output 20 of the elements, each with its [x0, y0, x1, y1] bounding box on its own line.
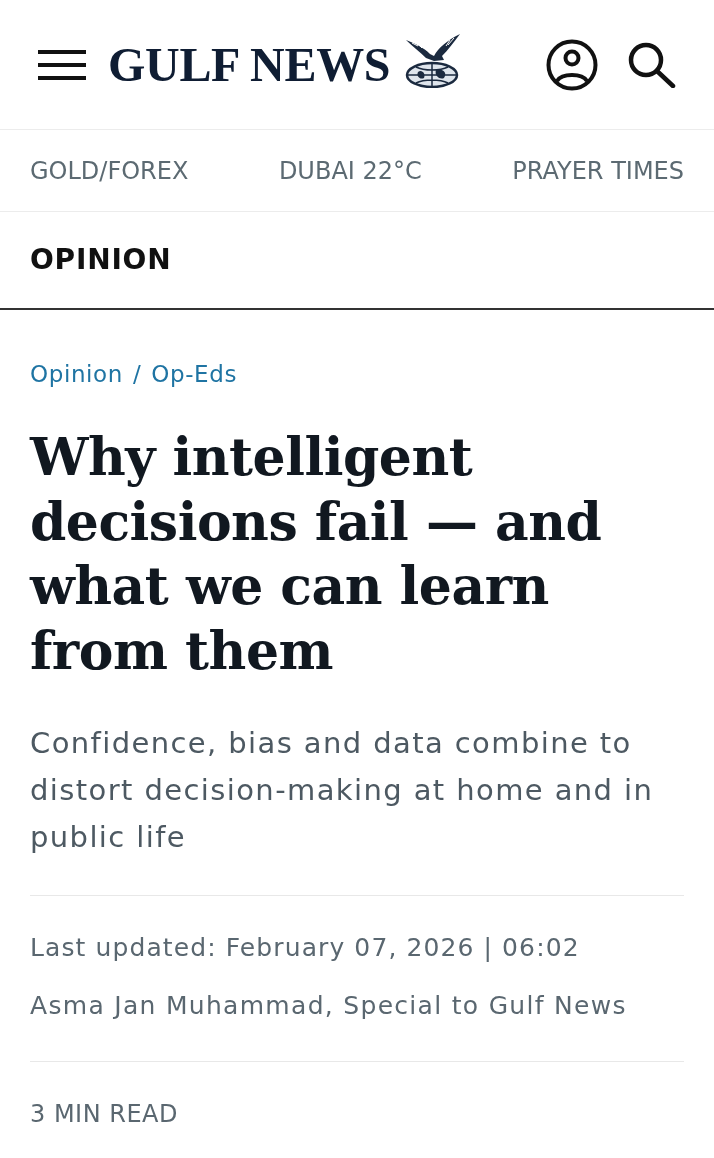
- article-headline: Why intelligent decisions fail — and what we can learn from them: [30, 425, 603, 683]
- quick-link[interactable]: GOLD/FOREX: [30, 152, 189, 189]
- breadcrumb-link[interactable]: Opinion: [30, 360, 123, 388]
- search-button[interactable]: [628, 40, 676, 89]
- menu-button[interactable]: [38, 47, 86, 82]
- last-updated-text: Last updated: February 07, 2026 | 06:02: [30, 932, 581, 964]
- article-summary: Confidence, bias and data combine to distort decision-making at home and in public life: [30, 725, 655, 856]
- account-button[interactable]: [546, 38, 598, 91]
- read-time-text: 3 MIN READ: [30, 1099, 179, 1130]
- breadcrumb-separator: /: [132, 360, 142, 388]
- section-title[interactable]: OPINION: [30, 239, 172, 281]
- breadcrumb-link[interactable]: Op-Eds: [151, 360, 237, 388]
- logo-link[interactable]: GULF NEWS: [108, 39, 391, 90]
- menu-icon: [38, 48, 86, 81]
- search-icon: [628, 41, 676, 88]
- quick-link[interactable]: PRAYER TIMES: [512, 152, 684, 189]
- eagle-globe-icon: [404, 33, 463, 88]
- quick-link[interactable]: DUBAI 22°C: [278, 152, 422, 189]
- author-byline[interactable]: Asma Jan Muhammad, Special to Gulf News: [30, 988, 684, 1024]
- user-icon: [546, 38, 598, 91]
